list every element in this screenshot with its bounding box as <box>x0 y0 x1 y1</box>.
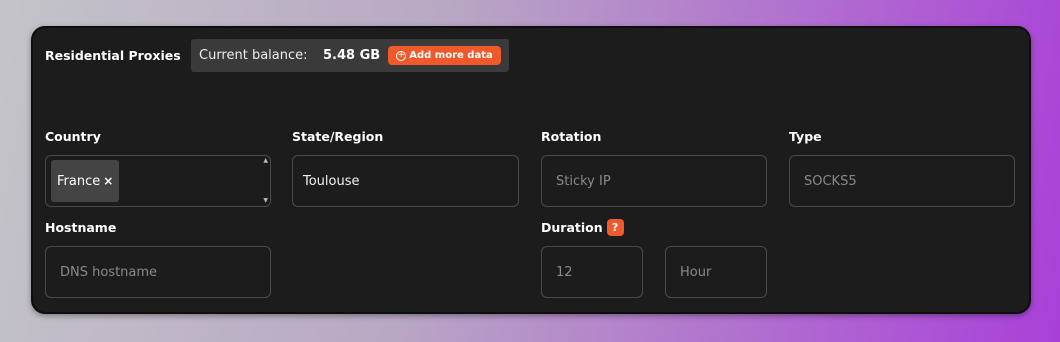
help-icon[interactable]: ? <box>606 219 624 236</box>
type-select[interactable]: SOCKS5 <box>789 155 1015 207</box>
duration-amount-input[interactable]: 12 <box>541 246 643 298</box>
state-label: State/Region <box>292 129 384 144</box>
type-label: Type <box>789 129 822 144</box>
balance-box: Current balance: 5.48 GB + Add more data <box>191 39 509 72</box>
scroll-down-icon[interactable]: ▼ <box>263 197 268 205</box>
country-chip-label: France <box>57 173 101 189</box>
duration-label-group: Duration? <box>541 219 624 237</box>
plus-circle-icon: + <box>396 50 407 61</box>
balance-label: Current balance: <box>199 48 308 63</box>
country-chip: France × <box>51 160 120 202</box>
duration-label: Duration <box>541 220 603 235</box>
rotation-label: Rotation <box>541 129 602 144</box>
country-label: Country <box>45 129 101 144</box>
remove-country-icon[interactable]: × <box>103 174 113 188</box>
scroll-up-icon[interactable]: ▲ <box>263 157 268 165</box>
panel-title: Residential Proxies <box>45 48 181 63</box>
duration-unit-select[interactable]: Hour <box>665 246 767 298</box>
select-scroll-arrows[interactable]: ▲ ▼ <box>263 156 268 206</box>
state-input[interactable]: Toulouse <box>292 155 519 207</box>
hostname-label: Hostname <box>45 220 117 235</box>
country-select[interactable]: France × ▲ ▼ <box>45 155 271 207</box>
balance-value: 5.48 GB <box>323 48 381 63</box>
add-more-data-label: Add more data <box>409 50 493 61</box>
add-more-data-button[interactable]: + Add more data <box>388 46 501 65</box>
proxy-config-panel: Residential Proxies Current balance: 5.4… <box>31 26 1031 314</box>
hostname-input[interactable]: DNS hostname <box>45 246 271 298</box>
rotation-select[interactable]: Sticky IP <box>541 155 767 207</box>
